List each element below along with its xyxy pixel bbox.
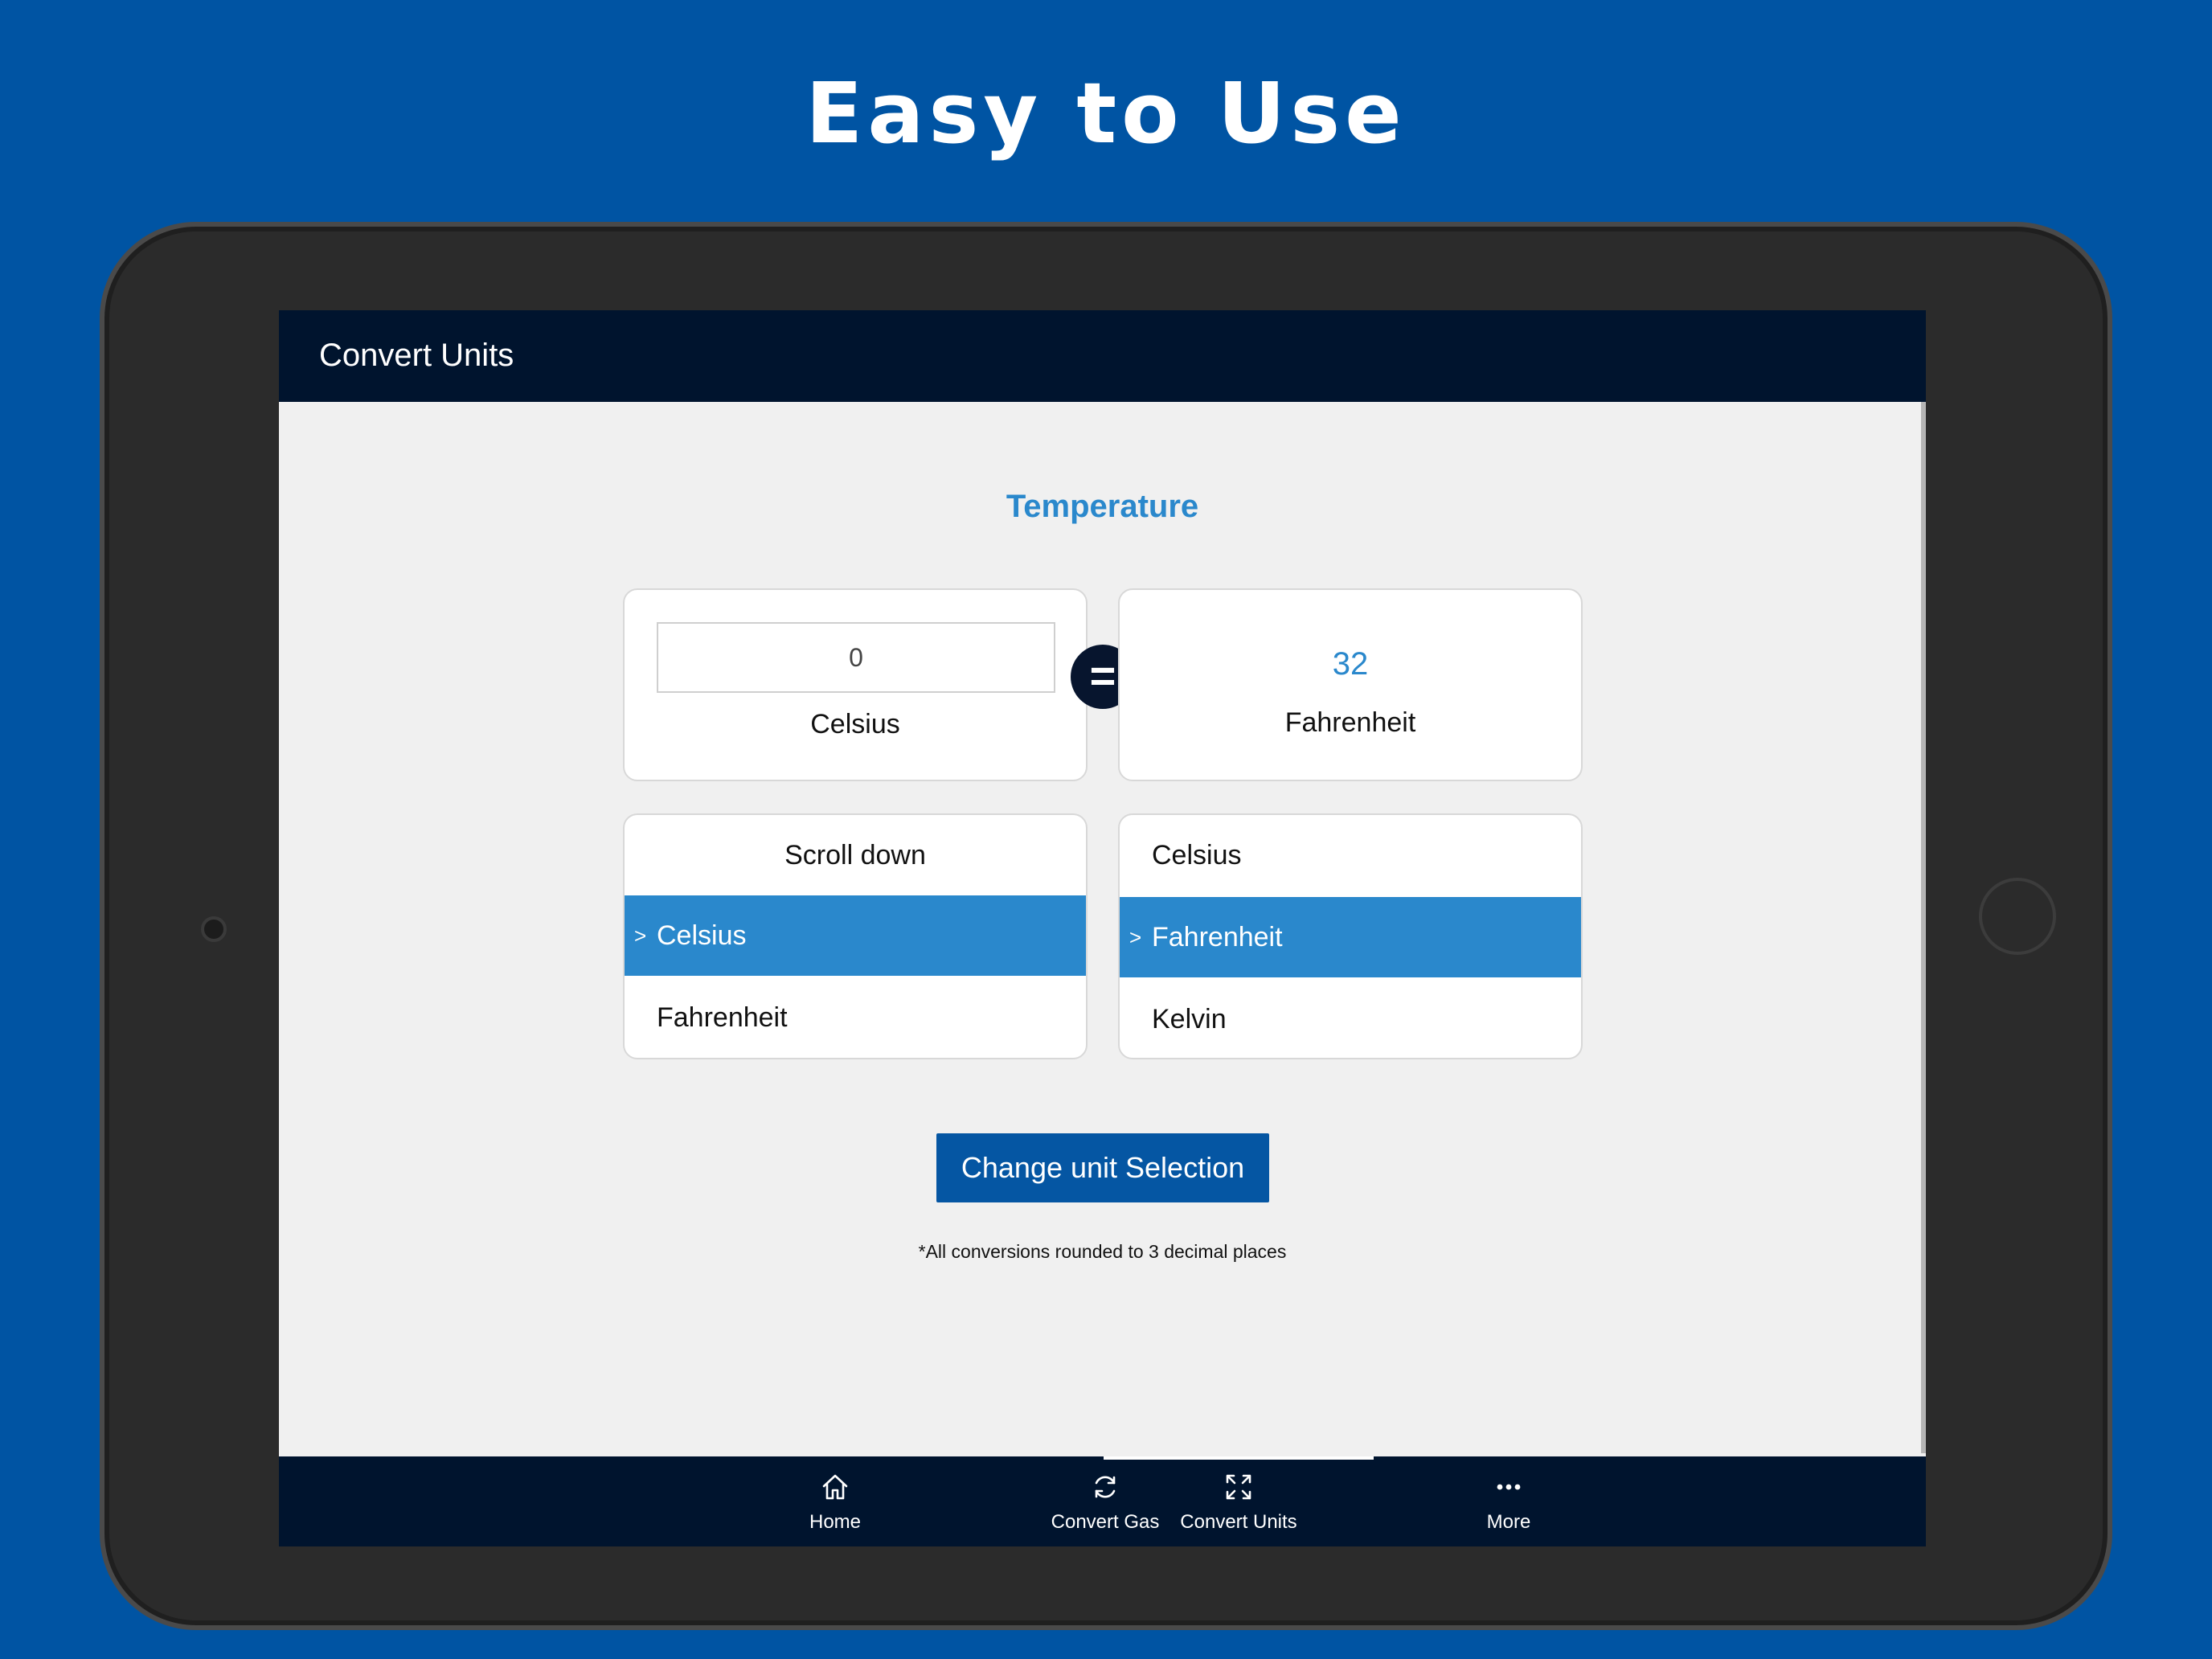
result-value: 32	[1332, 646, 1369, 682]
from-unit-picker[interactable]: Scroll down > Celsius Fahrenheit	[623, 813, 1088, 1059]
picker-item[interactable]: Fahrenheit	[625, 977, 1086, 1058]
tab-more[interactable]: More	[1374, 1456, 1644, 1546]
picker-item-selected[interactable]: > Celsius	[625, 895, 1086, 976]
app-screen: Convert Units Temperature Celsius = 32 F…	[279, 310, 1926, 1546]
more-dots-icon	[1497, 1484, 1521, 1490]
bottom-tab-bar: Home Convert Gas Convert Units More	[279, 1456, 1926, 1546]
chevron-right-icon: >	[634, 924, 647, 948]
picker-item[interactable]: Scroll down	[625, 815, 1086, 895]
picker-item[interactable]: Celsius	[1120, 815, 1581, 895]
to-unit-picker[interactable]: Celsius > Fahrenheit Kelvin	[1118, 813, 1583, 1059]
headline: Easy to Use	[805, 64, 1407, 162]
tab-home[interactable]: Home	[700, 1456, 970, 1546]
picker-item-selected[interactable]: > Fahrenheit	[1120, 897, 1581, 977]
output-card: 32 Fahrenheit	[1118, 588, 1583, 781]
home-button-icon	[1979, 878, 2056, 955]
picker-item[interactable]: Kelvin	[1120, 979, 1581, 1058]
input-unit-label: Celsius	[810, 709, 900, 739]
footnote: *All conversions rounded to 3 decimal pl…	[918, 1241, 1287, 1262]
expand-arrows-icon	[1226, 1474, 1251, 1500]
page-title: Convert Units	[319, 338, 514, 373]
scrollbar[interactable]	[1921, 402, 1926, 1453]
value-input[interactable]	[657, 622, 1055, 693]
app-header: Convert Units	[279, 310, 1926, 402]
output-unit-label: Fahrenheit	[1284, 707, 1416, 738]
input-card: Celsius	[623, 588, 1088, 781]
change-unit-selection-button[interactable]: Change unit Selection	[936, 1133, 1269, 1202]
home-icon	[822, 1474, 848, 1500]
chevron-right-icon: >	[1129, 925, 1142, 949]
camera-icon	[201, 916, 227, 942]
category-title: Temperature	[1006, 489, 1199, 524]
tab-convert-units[interactable]: Convert Units	[1104, 1456, 1374, 1546]
